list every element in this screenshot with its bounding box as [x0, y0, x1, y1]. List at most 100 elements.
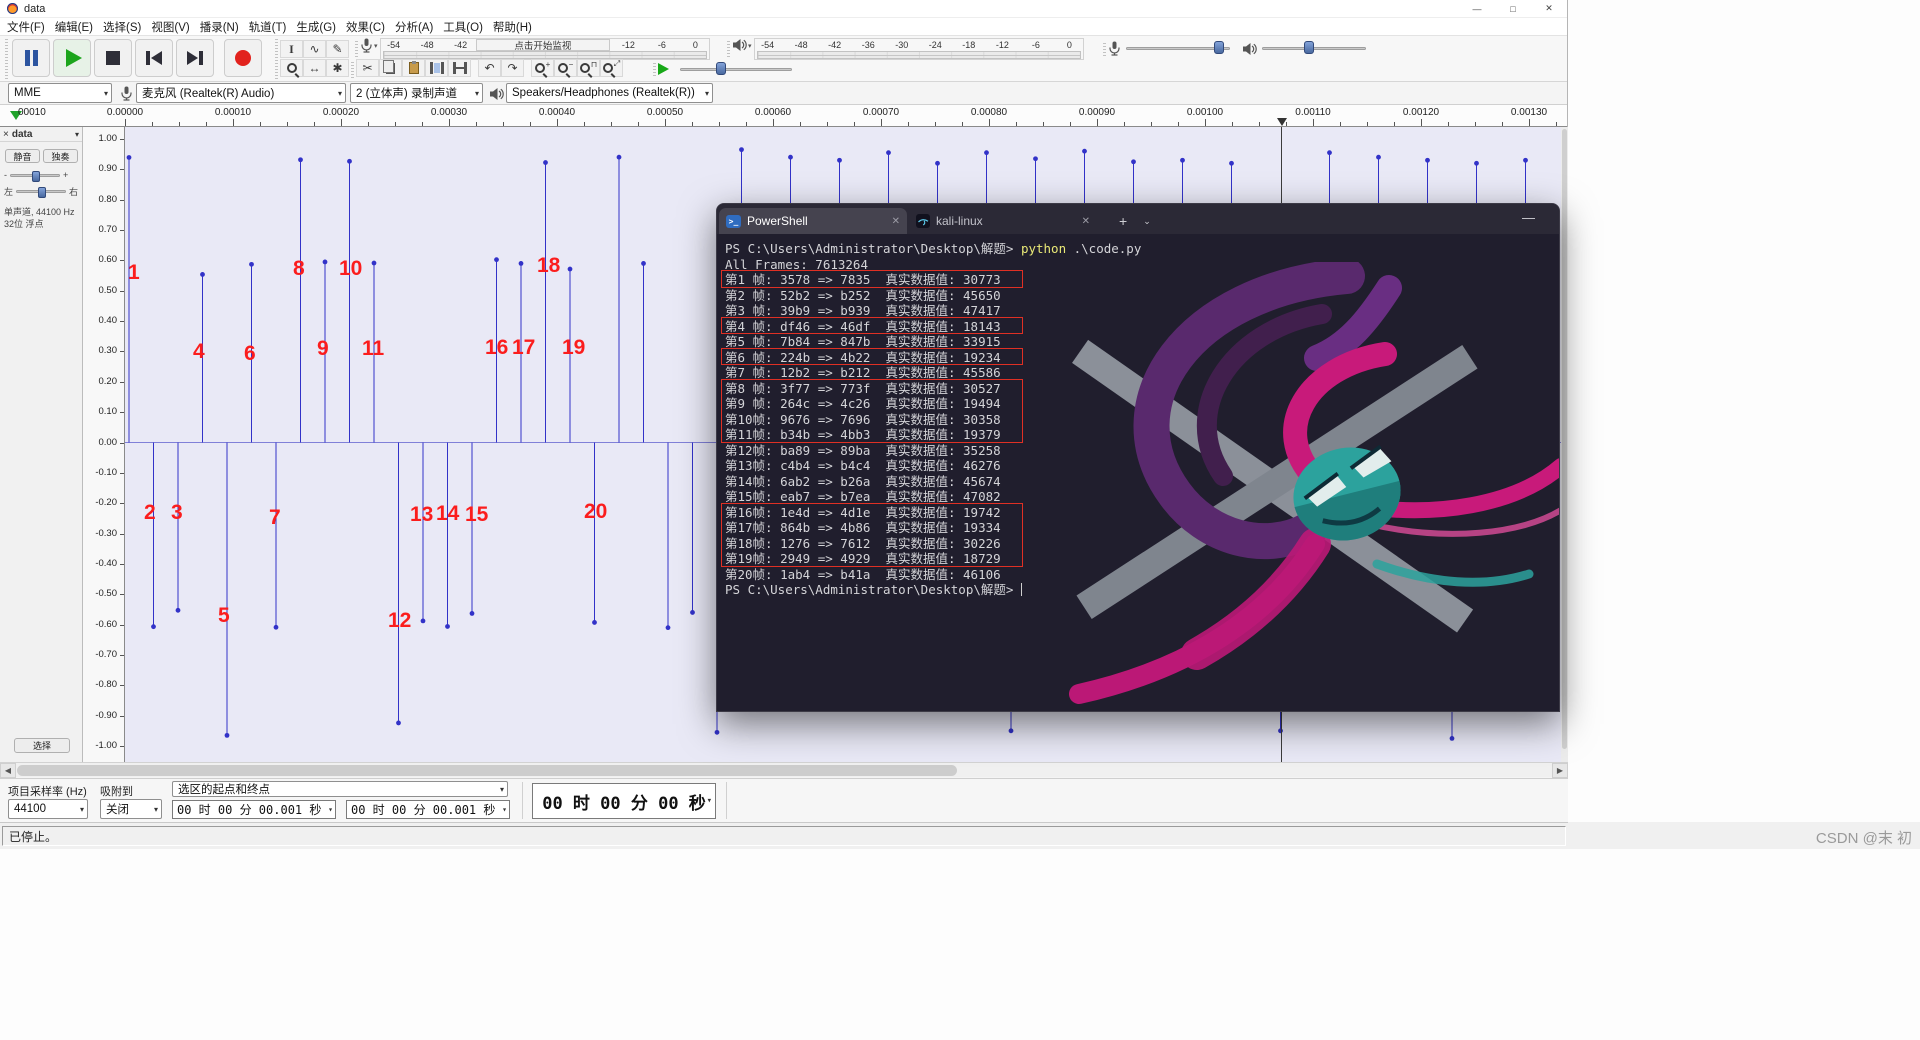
- timeline-tick: [908, 122, 909, 126]
- vertical-scrollbar-thumb[interactable]: [1562, 129, 1567, 749]
- selection-mode-select[interactable]: 选区的起点和终点 ▾: [172, 781, 508, 797]
- amplitude-scale-label: -0.20: [95, 497, 117, 509]
- solo-button[interactable]: 独奏: [43, 149, 78, 163]
- track-select-button[interactable]: 选择: [14, 738, 70, 753]
- play-at-speed-icon[interactable]: [658, 63, 669, 75]
- copy-button[interactable]: [379, 59, 402, 77]
- menu-item-7[interactable]: 生成(G): [291, 18, 341, 35]
- selection-tool-button[interactable]: I: [280, 40, 303, 58]
- meter-dropdown-arrow[interactable]: ▾: [748, 42, 752, 50]
- scroll-left-arrow[interactable]: ◀: [0, 763, 16, 778]
- terminal-body[interactable]: PS C:\Users\Administrator\Desktop\解题> py…: [717, 234, 1559, 711]
- recording-meter-scale[interactable]: 点击开始监视 -54-48-42-36-30-24-18-12-60: [379, 38, 710, 60]
- horizontal-scrollbar-thumb[interactable]: [17, 765, 957, 776]
- recording-channels-select[interactable]: 2 (立体声) 录制声道 ▾: [350, 83, 483, 103]
- sample-dot: [1376, 154, 1381, 160]
- pan-slider[interactable]: 左 右: [4, 185, 78, 198]
- audio-position-display[interactable]: 00 时 00 分 00 秒 ▾: [532, 783, 716, 819]
- play-speed-slider-thumb[interactable]: [716, 62, 726, 75]
- maximize-button[interactable]: □: [1495, 0, 1531, 17]
- tab-close-icon[interactable]: ✕: [1082, 216, 1090, 227]
- pause-button[interactable]: [12, 39, 50, 77]
- tab-dropdown-icon[interactable]: ⌄: [1143, 216, 1151, 227]
- new-tab-button[interactable]: +: [1119, 213, 1127, 229]
- tab-powershell[interactable]: >_ PowerShell ✕: [719, 208, 907, 234]
- mute-button[interactable]: 静音: [5, 149, 40, 163]
- skip-to-end-button[interactable]: [176, 39, 214, 77]
- play-button[interactable]: [53, 39, 91, 77]
- track-name[interactable]: data: [12, 129, 33, 140]
- terminal-minimize-button[interactable]: —: [1522, 210, 1535, 225]
- pan-slider-thumb[interactable]: [38, 186, 47, 198]
- zoom-selection-button[interactable]: ⊓: [577, 59, 600, 77]
- terminal-title-bar[interactable]: >_ PowerShell ✕ kali-linux ✕ + ⌄ —: [717, 204, 1559, 234]
- minimize-button[interactable]: —: [1459, 0, 1495, 17]
- project-rate-select[interactable]: 44100 ▾: [8, 799, 88, 819]
- recording-meter[interactable]: ▾ 点击开始监视 -54-48-42-36-30-24-18-12-60: [355, 38, 716, 60]
- scroll-right-arrow[interactable]: ▶: [1552, 763, 1568, 778]
- timeline-ruler[interactable]: 00010 0.00000 0.00010 0.00020 0.00030 0.0004…: [0, 105, 1567, 127]
- track-menu-arrow[interactable]: ▾: [75, 130, 79, 139]
- audio-host-select[interactable]: MME ▾: [8, 83, 112, 103]
- monitoring-hint[interactable]: 点击开始监视: [475, 39, 611, 52]
- playback-device-select[interactable]: Speakers/Headphones (Realtek(R)) ▾: [506, 83, 713, 103]
- menu-item-8[interactable]: 效果(C): [341, 18, 390, 35]
- menu-item-6[interactable]: 轨道(T): [244, 18, 292, 35]
- selection-end-field[interactable]: 00 时 00 分 00.001 秒 ▾: [346, 800, 510, 819]
- menu-item-4[interactable]: 视图(V): [146, 18, 194, 35]
- close-button[interactable]: ✕: [1531, 0, 1567, 17]
- playhead-marker[interactable]: [1277, 118, 1287, 126]
- playback-meter-scale[interactable]: -54 -48 -42 -36 -30 -24 -18 -12 -6 0: [753, 38, 1084, 60]
- trim-audio-button[interactable]: [425, 59, 448, 77]
- record-button[interactable]: [224, 39, 262, 77]
- paste-button[interactable]: [402, 59, 425, 77]
- timeline-labels: 0.00000 0.00010 0.00020 0.00030 0.00040 0.000…: [0, 105, 1567, 126]
- recording-device-select[interactable]: 麦克风 (Realtek(R) Audio) ▾: [136, 83, 346, 103]
- meter-dropdown-arrow[interactable]: ▾: [374, 42, 378, 50]
- selection-start-field[interactable]: 00 时 00 分 00.001 秒 ▾: [172, 800, 336, 819]
- menu-item-1[interactable]: 文件(F): [2, 18, 50, 35]
- gain-slider-thumb[interactable]: [32, 170, 40, 182]
- timeline-label: 0.00110: [1295, 107, 1331, 118]
- gain-slider[interactable]: - +: [4, 169, 68, 182]
- skip-to-start-button[interactable]: [135, 39, 173, 77]
- timeline-tick: [530, 122, 531, 126]
- menu-item-5[interactable]: 播录(N): [195, 18, 244, 35]
- tab-kali-linux[interactable]: kali-linux ✕: [909, 208, 1097, 234]
- undo-icon: ↶: [484, 61, 495, 75]
- menu-item-11[interactable]: 帮助(H): [488, 18, 537, 35]
- timeline-label: 0.00040: [538, 107, 576, 118]
- menu-item-9[interactable]: 分析(A): [390, 18, 438, 35]
- amplitude-scale-label: 0.60: [98, 254, 118, 266]
- amplitude-scale-label: -0.80: [95, 679, 117, 691]
- redo-button[interactable]: ↷: [501, 59, 524, 77]
- playback-meter[interactable]: ▾ -54 -48 -42 -36 -30 -24 -18 -12 -6 0: [727, 38, 1090, 60]
- play-speed-slider[interactable]: [680, 61, 792, 77]
- amplitude-ruler[interactable]: 1.00 0.90 0.80 0.70 0.60 0.50 0.40 0.30 0.20 0.10…: [83, 127, 125, 762]
- playback-volume-thumb[interactable]: [1304, 41, 1314, 54]
- undo-button[interactable]: ↶: [478, 59, 501, 77]
- menu-item-2[interactable]: 编辑(E): [50, 18, 98, 35]
- silence-audio-button[interactable]: [448, 59, 471, 77]
- horizontal-scrollbar[interactable]: ◀ ▶: [0, 762, 1568, 778]
- vertical-scrollbar[interactable]: [1561, 127, 1568, 762]
- time-shift-tool-button[interactable]: ↔: [303, 59, 326, 77]
- zoom-out-button[interactable]: −: [554, 59, 577, 77]
- zoom-fit-button[interactable]: ⤢: [600, 59, 623, 77]
- stop-button[interactable]: [94, 39, 132, 77]
- envelope-tool-button[interactable]: ∿: [303, 40, 326, 58]
- cut-button[interactable]: ✂: [356, 59, 379, 77]
- playback-volume-slider[interactable]: [1262, 40, 1366, 56]
- recording-volume-slider[interactable]: [1126, 40, 1230, 56]
- zoom-tool-button[interactable]: [280, 59, 303, 77]
- snap-to-select[interactable]: 关闭 ▾: [100, 799, 162, 819]
- menu-item-3[interactable]: 选择(S): [98, 18, 146, 35]
- tab-close-icon[interactable]: ✕: [892, 216, 900, 227]
- ibeam-icon: I: [289, 41, 294, 56]
- menu-item-10[interactable]: 工具(O): [438, 18, 488, 35]
- multi-tool-button[interactable]: ✱: [326, 59, 349, 77]
- zoom-in-button[interactable]: +: [531, 59, 554, 77]
- draw-tool-button[interactable]: ✎: [326, 40, 349, 58]
- track-close-button[interactable]: ×: [3, 129, 9, 140]
- recording-volume-thumb[interactable]: [1214, 41, 1224, 54]
